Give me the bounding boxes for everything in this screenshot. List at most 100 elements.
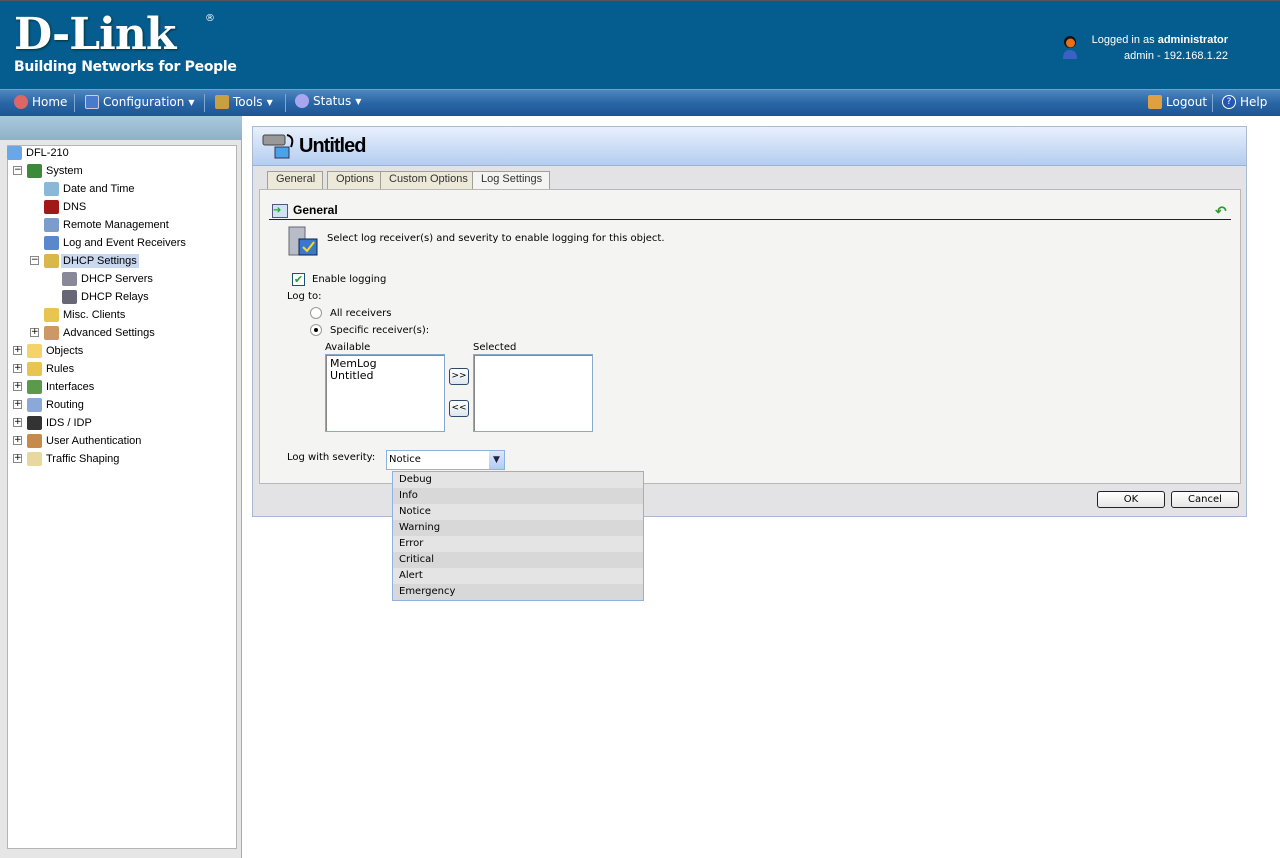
tree-node-label: DHCP Servers: [81, 273, 153, 285]
tree-node-label: Interfaces: [46, 381, 95, 393]
all-receivers-radio[interactable]: [310, 307, 322, 319]
tree-node-label: Advanced Settings: [63, 327, 155, 339]
expand-icon[interactable]: +: [13, 418, 22, 427]
tree-node[interactable]: DHCP Servers: [62, 270, 155, 288]
section-arrow-icon: ➜: [272, 204, 288, 218]
dropdown-arrow-icon: ▼: [266, 97, 273, 107]
tree-node[interactable]: Remote Management: [44, 216, 171, 234]
tree-node-icon: [44, 182, 59, 196]
severity-option-notice[interactable]: Notice: [393, 504, 643, 520]
tree-node[interactable]: User Authentication: [27, 432, 143, 450]
tree-node[interactable]: Date and Time: [44, 180, 137, 198]
tree-node-label: DNS: [63, 201, 87, 213]
severity-option-alert[interactable]: Alert: [393, 568, 643, 584]
nav-configuration-label: Configuration: [103, 95, 185, 109]
remove-receiver-button[interactable]: <<: [449, 400, 469, 417]
help-icon: ?: [1222, 95, 1236, 109]
dropdown-arrow-icon: ▼: [355, 96, 362, 106]
section-divider: [269, 219, 1231, 220]
log-receiver-icon: [288, 226, 318, 256]
severity-option-critical[interactable]: Critical: [393, 552, 643, 568]
tree-node-label: Date and Time: [63, 183, 135, 195]
tree-node-icon: [27, 380, 42, 394]
cancel-button[interactable]: Cancel: [1171, 491, 1239, 508]
help-button[interactable]: ? Help: [1222, 95, 1267, 109]
back-arrow-icon[interactable]: ↶: [1215, 204, 1227, 220]
nav-status[interactable]: Status ▼: [295, 94, 361, 108]
tree-node[interactable]: System: [27, 162, 85, 180]
available-label: Available: [325, 342, 371, 353]
chevron-down-icon[interactable]: ▼: [489, 451, 504, 469]
tree-node-label: Traffic Shaping: [46, 453, 120, 465]
tree-node[interactable]: Advanced Settings: [44, 324, 157, 342]
expand-icon[interactable]: +: [13, 346, 22, 355]
tab-custom-options[interactable]: Custom Options: [380, 171, 476, 189]
nav-home[interactable]: Home: [14, 95, 67, 109]
tree-node[interactable]: DNS: [44, 198, 88, 216]
severity-value: Notice: [389, 454, 421, 465]
tree-node-label: Routing: [46, 399, 84, 411]
selected-list[interactable]: [473, 354, 593, 432]
severity-option-emergency[interactable]: Emergency: [393, 584, 643, 600]
collapse-icon[interactable]: −: [30, 256, 39, 265]
list-item[interactable]: Untitled: [326, 370, 444, 382]
available-list[interactable]: MemLog Untitled: [325, 354, 445, 432]
expand-icon[interactable]: +: [13, 364, 22, 373]
tree-node[interactable]: DHCP Relays: [62, 288, 151, 306]
tab-log-settings[interactable]: Log Settings: [472, 171, 551, 190]
nav-separator: [74, 94, 75, 112]
severity-option-warning[interactable]: Warning: [393, 520, 643, 536]
tab-options[interactable]: Options: [327, 171, 382, 189]
expand-icon[interactable]: +: [13, 400, 22, 409]
tree-node[interactable]: Log and Event Receivers: [44, 234, 188, 252]
tree-node-label: DFL-210: [26, 147, 69, 159]
tree-node-icon: [27, 344, 42, 358]
add-receiver-button[interactable]: >>: [449, 368, 469, 385]
tree-node-label: User Authentication: [46, 435, 142, 447]
username: administrator: [1157, 34, 1228, 46]
tree-node-icon: [27, 416, 42, 430]
key-icon: [1148, 95, 1162, 109]
logged-in-label: Logged in as: [1091, 34, 1158, 46]
logo-registered: ®: [205, 13, 215, 24]
user-icon: [1063, 36, 1077, 59]
tree-node[interactable]: Interfaces: [27, 378, 96, 396]
tree-node[interactable]: Rules: [27, 360, 76, 378]
expand-icon[interactable]: +: [13, 436, 22, 445]
expand-icon[interactable]: +: [13, 382, 22, 391]
tree-node-icon: [44, 218, 59, 232]
tab-general[interactable]: General: [267, 171, 324, 189]
header: D-Link ® Building Networks for People Lo…: [0, 0, 1280, 89]
nav-status-label: Status: [313, 94, 352, 108]
specific-receivers-radio[interactable]: [310, 324, 322, 336]
tree-node-label: DHCP Settings: [61, 254, 139, 268]
ok-button[interactable]: OK: [1097, 491, 1165, 508]
selected-label: Selected: [473, 342, 517, 353]
expand-icon[interactable]: +: [13, 454, 22, 463]
section-title: General: [293, 203, 338, 217]
severity-option-info[interactable]: Info: [393, 488, 643, 504]
tree-node-icon: [27, 452, 42, 466]
collapse-icon[interactable]: −: [13, 166, 22, 175]
tree-node[interactable]: DHCP Settings: [44, 252, 139, 270]
severity-select[interactable]: Notice ▼: [386, 450, 505, 470]
nav-configuration[interactable]: Configuration ▼: [85, 95, 195, 109]
tools-icon: [215, 95, 229, 109]
tree-node[interactable]: Misc. Clients: [44, 306, 127, 324]
severity-option-debug[interactable]: Debug: [393, 472, 643, 488]
tree-node-label: System: [46, 165, 83, 177]
tree-node[interactable]: Objects: [27, 342, 85, 360]
status-pie-icon: [295, 94, 309, 108]
tree-node[interactable]: Routing: [27, 396, 86, 414]
nav-tools[interactable]: Tools ▼: [215, 95, 273, 109]
logout-button[interactable]: Logout: [1148, 95, 1207, 109]
dialog: Untitled General Options Custom Options …: [252, 126, 1247, 517]
tree-node[interactable]: DFL-210: [7, 144, 71, 162]
tree-node[interactable]: Traffic Shaping: [27, 450, 121, 468]
home-icon: [14, 95, 28, 109]
help-label: Help: [1240, 95, 1268, 109]
severity-option-error[interactable]: Error: [393, 536, 643, 552]
expand-icon[interactable]: +: [30, 328, 39, 337]
enable-logging-checkbox[interactable]: ✔: [292, 273, 305, 286]
tree-node[interactable]: IDS / IDP: [27, 414, 94, 432]
